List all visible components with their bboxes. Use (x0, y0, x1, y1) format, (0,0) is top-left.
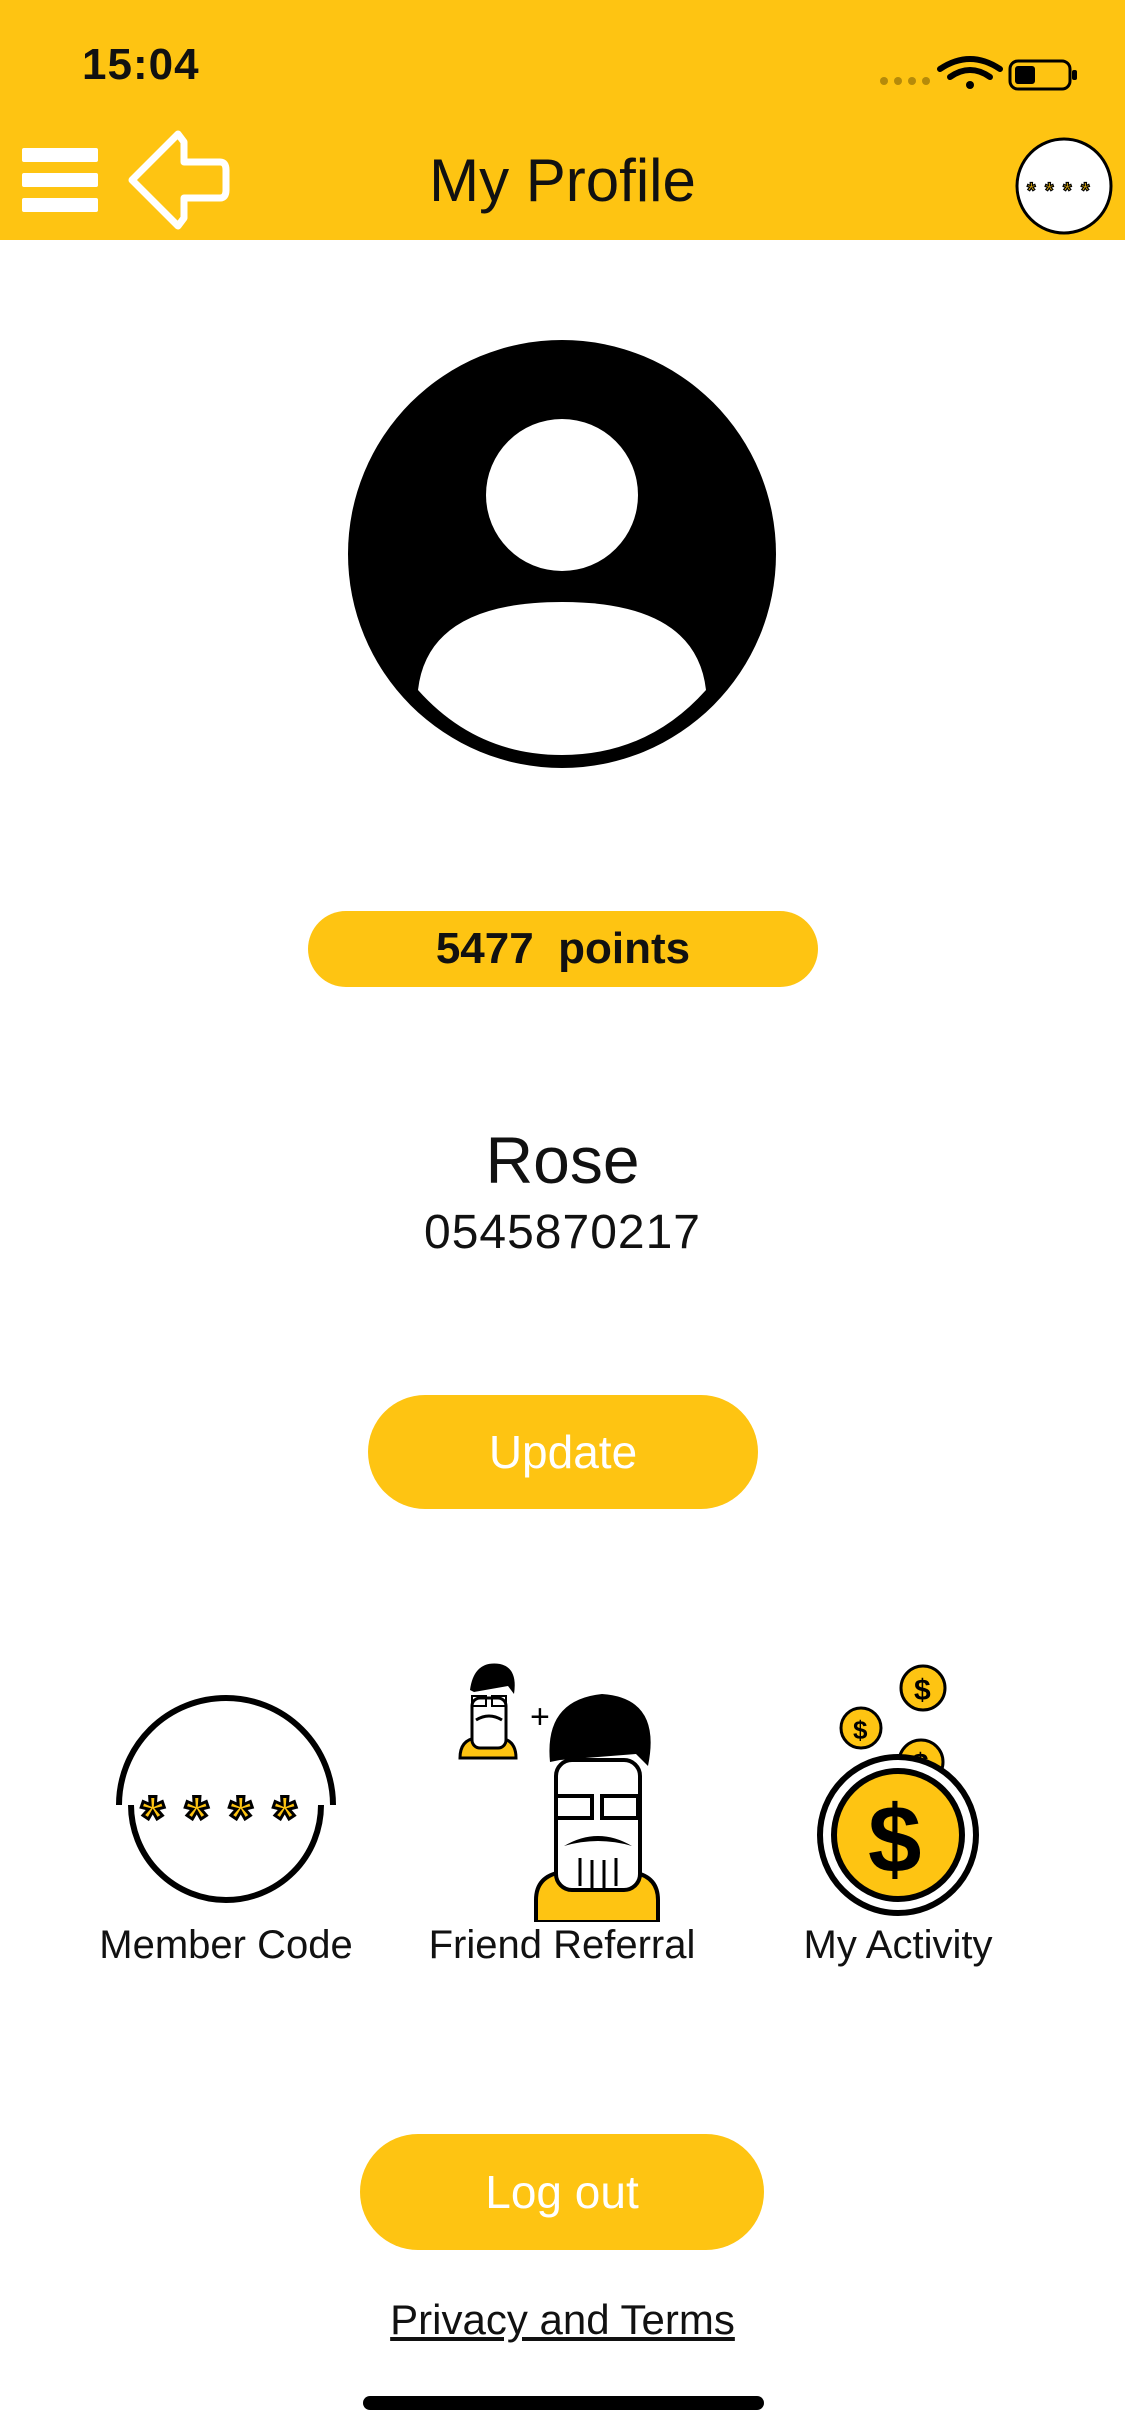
svg-text:*: * (1063, 178, 1072, 203)
tile-label: My Activity (803, 1923, 993, 1967)
points-badge: 5477 points (308, 911, 818, 987)
tile-label: Friend Referral (428, 1923, 696, 1967)
svg-text:$: $ (853, 1715, 868, 1745)
svg-text:*: * (141, 1784, 165, 1851)
status-icons (880, 56, 1077, 91)
svg-text:+: + (530, 1698, 550, 1736)
svg-text:*: * (229, 1784, 253, 1851)
svg-text:*: * (1045, 178, 1054, 203)
home-indicator[interactable] (363, 2396, 764, 2410)
tile-label: Member Code (99, 1923, 353, 1967)
svg-text:*: * (1081, 178, 1090, 203)
points-unit: points (558, 924, 691, 973)
member-code-icon[interactable]: * * * * (1014, 136, 1114, 236)
logout-button[interactable]: Log out (360, 2134, 764, 2250)
svg-text:$: $ (914, 1674, 931, 1707)
avatar[interactable] (348, 340, 776, 768)
status-time: 15:04 (82, 40, 200, 89)
points-value: 5477 (435, 924, 534, 973)
wifi-icon (937, 56, 1003, 89)
signal-icon (880, 77, 930, 85)
user-name: Rose (485, 1123, 640, 1197)
coin-dollar-icon: $ $ $ $ (817, 1664, 979, 1916)
svg-text:*: * (1027, 178, 1036, 203)
page-title: My Profile (429, 147, 696, 214)
svg-text:$: $ (868, 1786, 921, 1893)
tile-member-code[interactable]: * * * * Member Code (56, 1690, 396, 1980)
update-button[interactable]: Update (368, 1395, 758, 1509)
privacy-terms-link[interactable]: Privacy and Terms (0, 2296, 1125, 2344)
battery-icon (1008, 59, 1077, 91)
user-phone: 0545870217 (424, 1206, 701, 1259)
member-code-icon: * * * * (116, 1695, 336, 1903)
svg-text:*: * (273, 1784, 297, 1851)
tile-friend-referral[interactable]: + Friend Referral (392, 1650, 732, 1980)
svg-text:*: * (185, 1784, 209, 1851)
tile-my-activity[interactable]: $ $ $ $ My Activity (728, 1660, 1068, 1980)
friend-referral-icon: + (458, 1663, 660, 1922)
